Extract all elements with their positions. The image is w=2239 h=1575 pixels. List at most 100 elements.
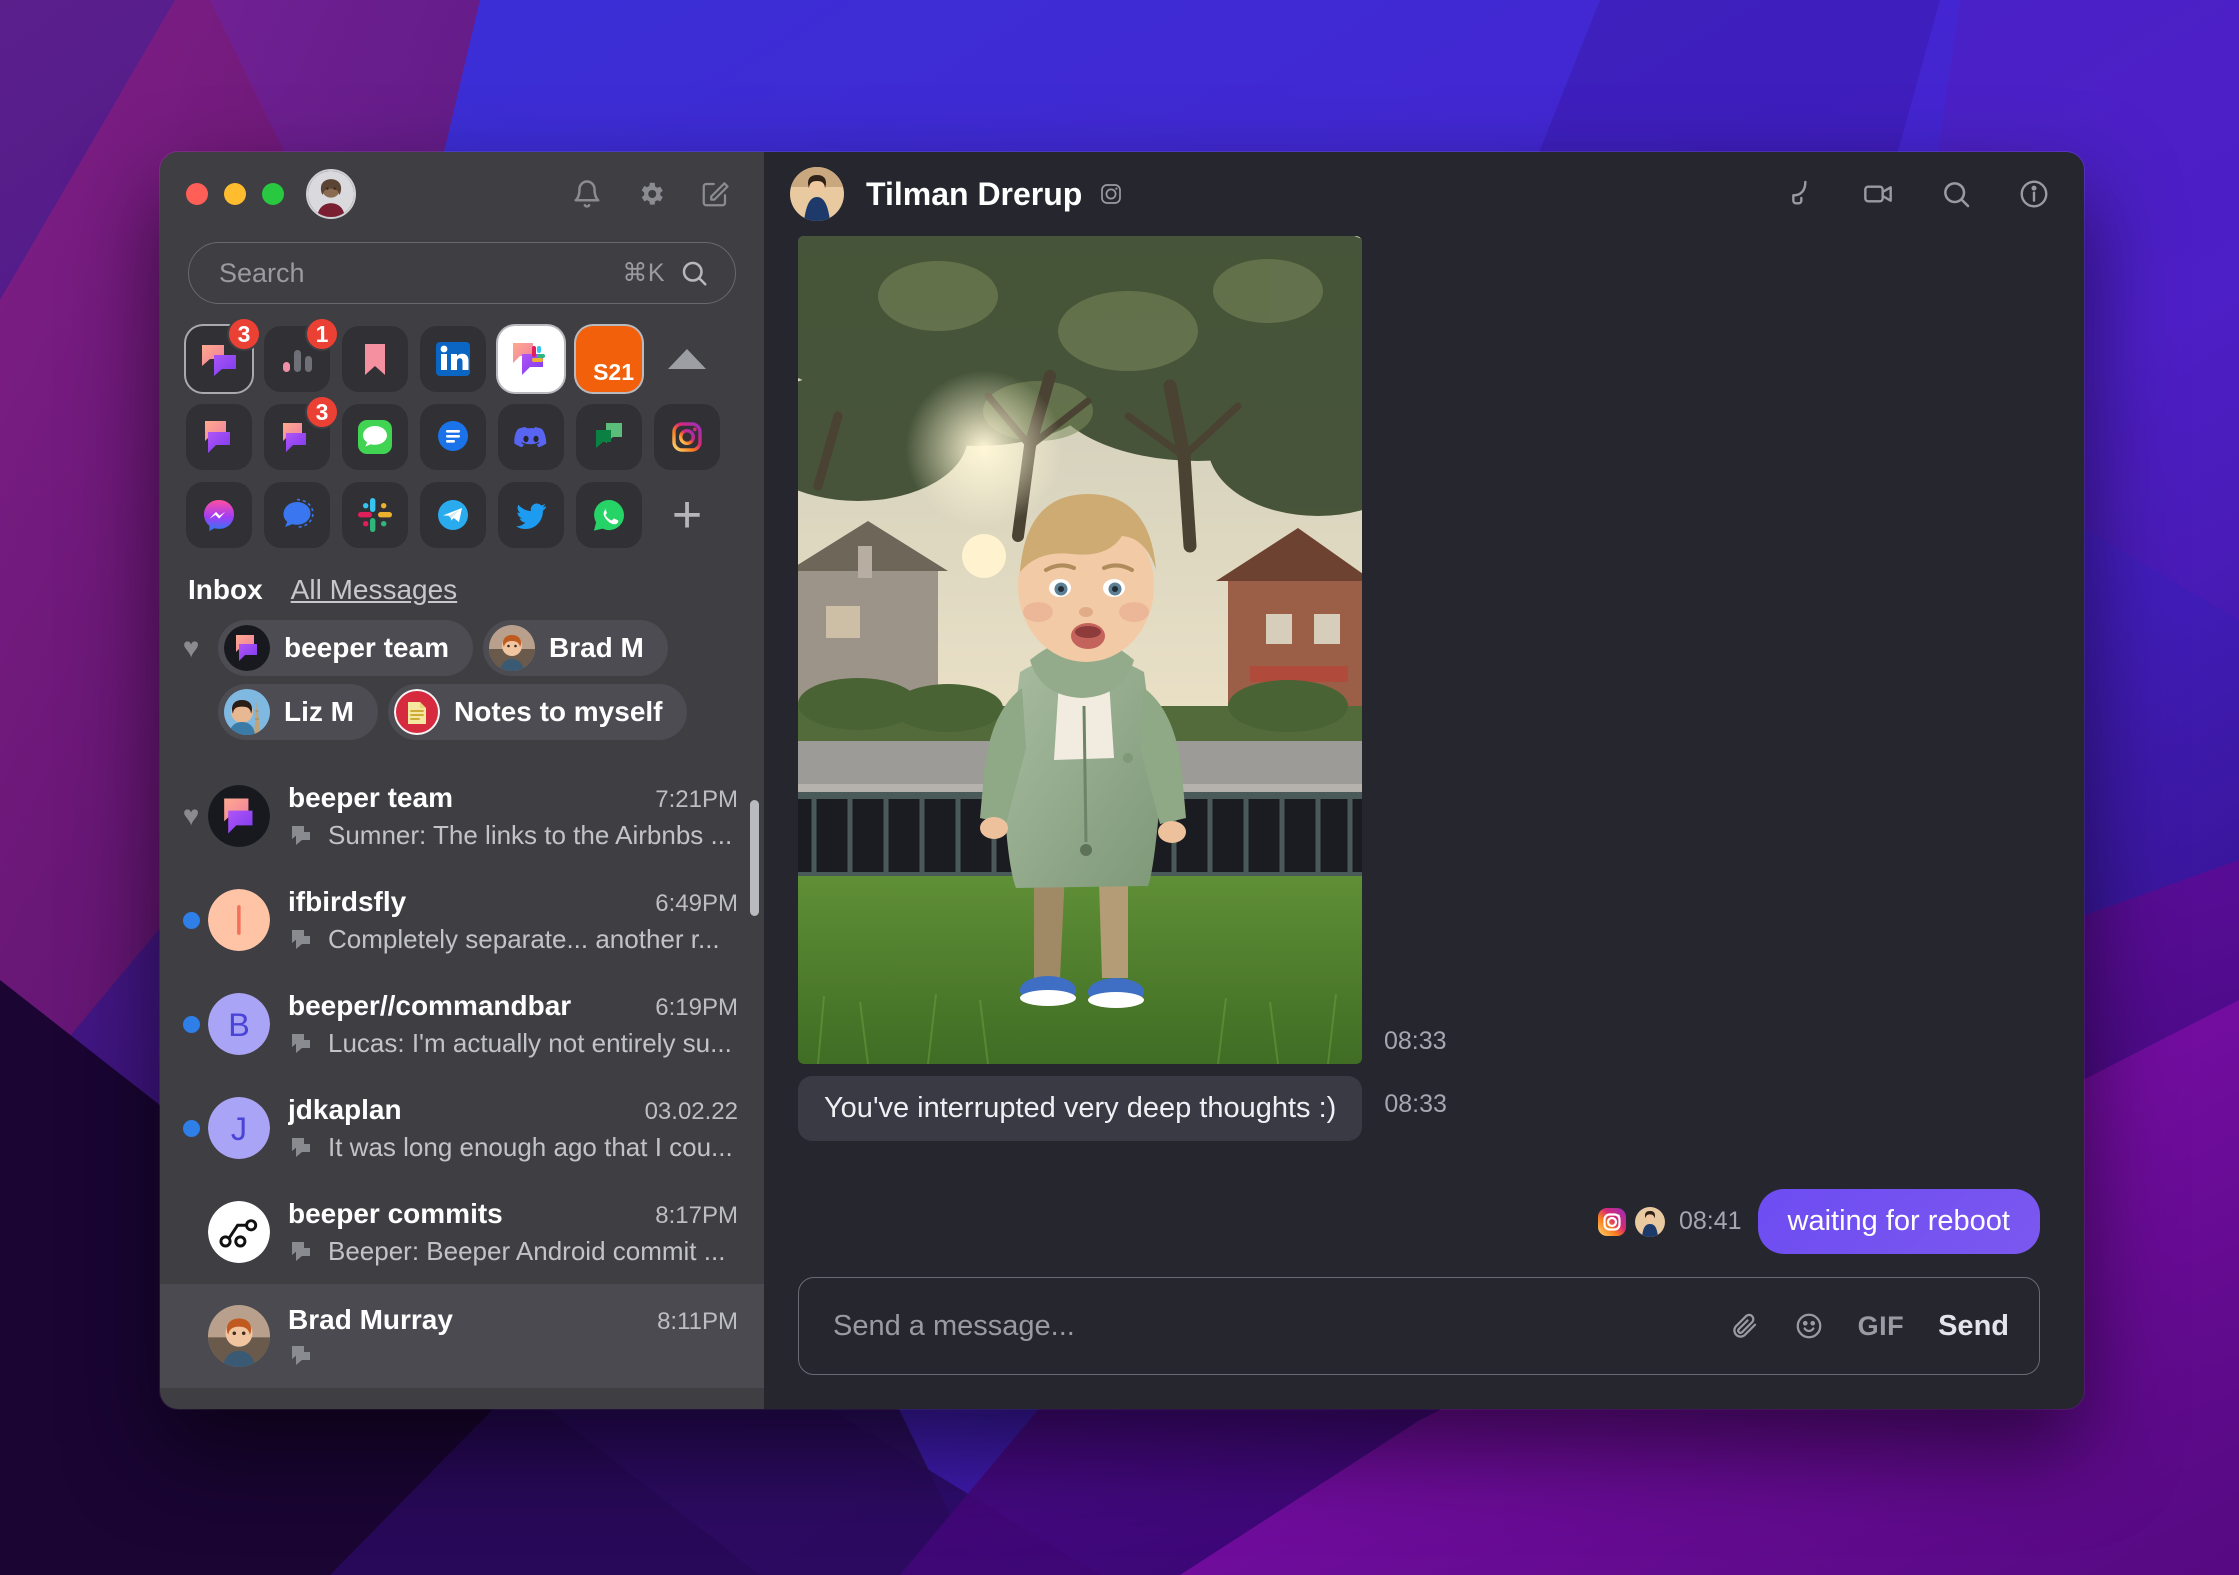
sms-app[interactable] [420,404,486,470]
beeper-network-icon [288,1342,314,1368]
s21-app[interactable]: S21 [576,326,642,392]
slack-app[interactable] [342,482,408,548]
message-composer[interactable]: GIF Send [798,1277,2040,1375]
tab-all-messages[interactable]: All Messages [291,574,458,606]
smiley-icon[interactable] [1794,1311,1824,1341]
minimize-window-button[interactable] [224,183,246,205]
video-camera-icon[interactable] [1862,178,1894,210]
svg-text:J: J [231,1111,247,1147]
window-titlebar [160,152,764,236]
chat-item-title: beeper team [288,781,453,813]
imessage-app[interactable] [342,404,408,470]
chat-item-preview-line: Completely separate... another r... [288,924,738,955]
traffic-light-buttons[interactable] [186,183,284,205]
chat-item-preview: Sumner: The links to the Airbnbs ... [328,819,733,850]
chat-avatar: J [208,1097,270,1159]
pinned-chats: ♥ beeper team Brad M Liz M Notes to myse… [160,606,764,754]
unread-dot [174,1119,208,1137]
maximize-window-button[interactable] [262,183,284,205]
toddler-in-green-jacket-photo[interactable] [798,236,1362,1064]
chat-item-preview-line: Lucas: I'm actually not entirely su... [288,1028,738,1059]
chat-list-item[interactable]: ifbirdsfly 6:49PM Completely separate...… [160,868,764,972]
signal-app[interactable] [264,482,330,548]
phone-icon[interactable] [1784,178,1816,210]
google-chat-app[interactable] [576,404,642,470]
telegram-app[interactable] [420,482,486,548]
instagram-app[interactable] [654,404,720,470]
search-input[interactable] [219,257,609,289]
composer-section: GIF Send [764,1257,2084,1409]
beeper-slack-app[interactable] [498,326,564,392]
peer-name: Tilman Drerup [866,175,1083,212]
chat-item-preview-line: It was long enough ago that I cou... [288,1132,738,1163]
message-bubble-incoming[interactable]: You've interrupted very deep thoughts :) [798,1076,1363,1141]
message-outgoing[interactable]: 08:41 waiting for reboot [798,1189,2040,1254]
pinned-chip-beeper-team[interactable]: beeper team [218,620,473,676]
favorite-heart-icon: ♥ [182,632,200,663]
beeper-alt-app[interactable]: 3 [264,395,339,470]
chat-list-item[interactable]: Brad Murray 8:11PM [160,1284,764,1388]
beeper-app[interactable] [186,404,252,470]
search-icon[interactable] [679,258,709,288]
account-icon-row: 3 1 S21 [186,317,740,392]
whatsapp-app[interactable] [576,482,642,548]
user-avatar[interactable] [306,169,356,219]
chat-list-item[interactable]: ♥ beeper team 7:21PM Sumner: The links t… [160,764,764,868]
message-list[interactable]: 08:33 You've interrupted very deep thoug… [764,236,2084,1257]
whatsapp-icon [586,492,632,538]
chat-item-title: ifbirdsfly [288,885,407,917]
pinned-chip-liz-m[interactable]: Liz M [218,684,378,740]
collapse-grid-toggle[interactable] [654,326,720,392]
chat-item-title: Brad Murray [288,1304,453,1335]
chat-item-preview-line: Beeper: Beeper Android commit ... [288,1236,738,1267]
beeper-analytics-app[interactable]: 1 [264,317,339,392]
search-box[interactable]: ⌘K [188,242,736,304]
chat-item-header: beeper commits 8:17PM [288,1198,738,1230]
gif-button[interactable]: GIF [1858,1311,1905,1342]
chat-item-preview-line [288,1342,738,1368]
search-icon[interactable] [1940,178,1972,210]
sender-avatar [1634,1206,1665,1237]
add-account-button[interactable]: + [654,482,720,548]
message-timestamp: 08:41 [1678,1207,1742,1235]
beeper-chat-app[interactable]: 3 [186,317,261,392]
chat-list-item[interactable]: B beeper//commandbar 6:19PM Lucas: I'm a… [160,972,764,1076]
paperclip-icon[interactable] [1730,1311,1760,1341]
pinned-chip-label: beeper team [284,632,449,663]
bell-icon[interactable] [572,179,602,209]
info-icon[interactable] [2018,178,2050,210]
conversation-panel: Tilman Drerup 08:33 You've interrupted v… [764,152,2084,1409]
chat-list-item[interactable]: beeper commits 8:17PM Beeper: Beeper And… [160,1180,764,1284]
message-input[interactable] [833,1309,1696,1343]
discord-icon [508,414,554,460]
sidebar-scrollbar[interactable] [750,800,759,916]
chat-item-title: jdkaplan [288,1093,402,1125]
message-incoming-text[interactable]: You've interrupted very deep thoughts :)… [798,1076,2040,1141]
pinned-chip-notes-to-myself[interactable]: Notes to myself [388,684,687,740]
messenger-app[interactable] [186,482,252,548]
tab-inbox[interactable]: Inbox [188,574,263,606]
account-icon-row: 3 [186,395,740,470]
beeper-icon [196,414,242,460]
discord-app[interactable] [498,404,564,470]
chat-list-item[interactable]: J jdkaplan 03.02.22 It was long enough a… [160,1076,764,1180]
send-button[interactable]: Send [1938,1310,2009,1343]
slack-icon [352,492,398,538]
message-incoming-image[interactable]: 08:33 [798,236,2040,1064]
message-bubble-outgoing[interactable]: waiting for reboot [1757,1189,2040,1254]
chat-item-title: beeper//commandbar [288,989,572,1021]
user-avatar-image [308,171,354,217]
chat-item-time: 8:11PM [657,1308,738,1335]
bookmark-app[interactable] [342,326,408,392]
instagram-icon [1098,181,1124,207]
peer-avatar[interactable] [790,167,844,221]
pinned-chip-brad-m[interactable]: Brad M [482,620,668,676]
close-window-button[interactable] [186,183,208,205]
twitter-app[interactable] [498,482,564,548]
gear-icon[interactable] [636,179,666,209]
linkedin-app[interactable] [420,326,486,392]
compose-icon[interactable] [700,179,730,209]
chat-avatar: B [208,993,270,1055]
chat-list[interactable]: ♥ beeper team 7:21PM Sumner: The links t… [160,754,764,1409]
beeper-network-icon [288,1134,314,1160]
